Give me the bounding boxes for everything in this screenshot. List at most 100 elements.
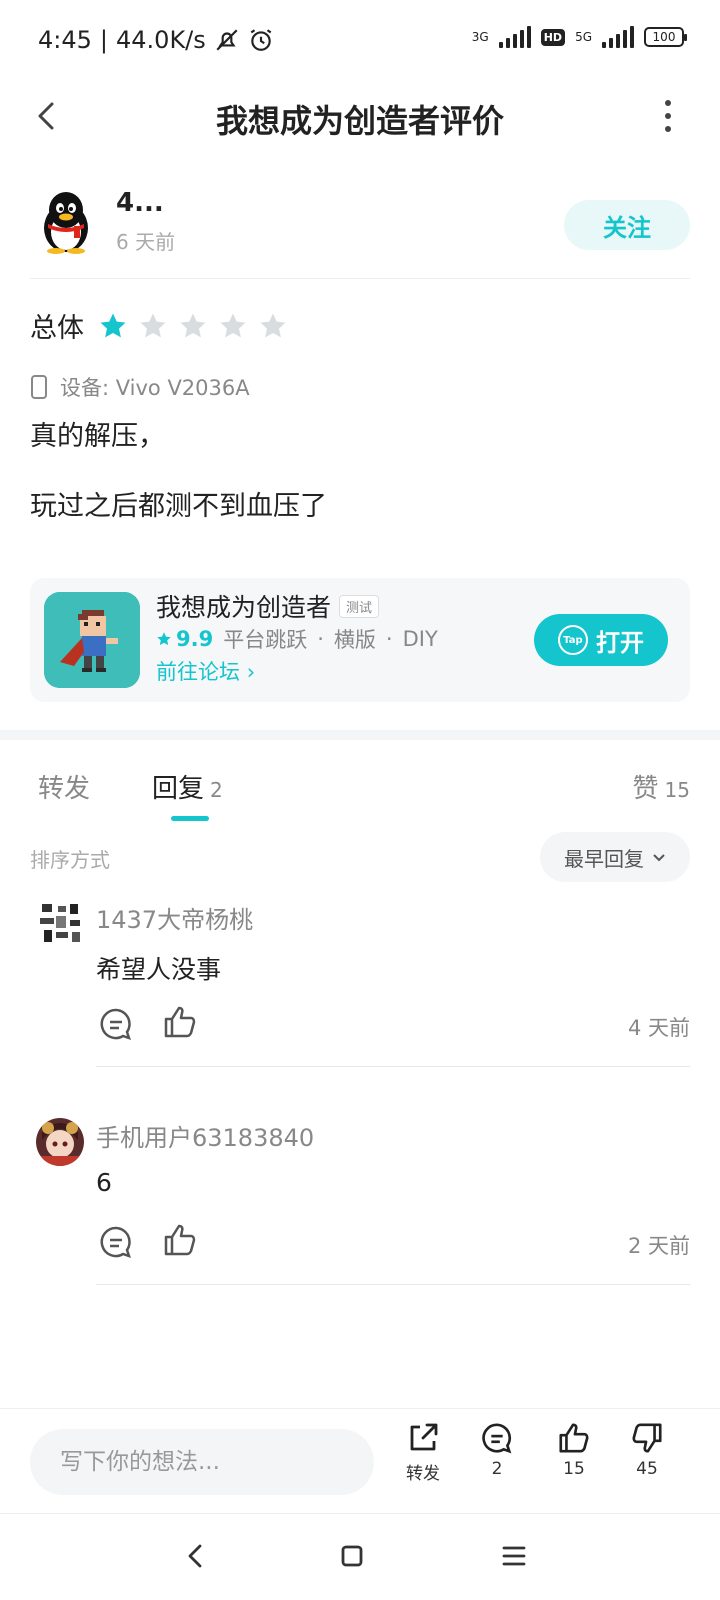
reply-avatar-image bbox=[36, 900, 84, 948]
game-score-value: 9.9 bbox=[176, 627, 214, 651]
comment-button[interactable]: 2 bbox=[462, 1421, 532, 1479]
game-character-image bbox=[44, 592, 140, 688]
section-divider bbox=[0, 730, 720, 740]
review-line-2: 玩过之后都测不到血压了 bbox=[30, 491, 327, 522]
hd-badge: HD bbox=[540, 28, 566, 46]
reply-item: 1437大帝杨桃 希望人没事 4 天前 bbox=[30, 900, 690, 1070]
device-text: 设备: Vivo V2036A bbox=[60, 376, 250, 400]
battery-level: 100 bbox=[652, 30, 676, 44]
author-avatar[interactable] bbox=[38, 188, 94, 254]
reply-text: 希望人没事 bbox=[96, 955, 222, 984]
back-button[interactable] bbox=[28, 96, 68, 136]
status-bar: 4:45 | 44.0K/s 3G HD 5G 100 bbox=[0, 0, 720, 84]
tab-reply-label: 回复 bbox=[152, 774, 205, 804]
nav-home-icon[interactable] bbox=[332, 1536, 372, 1576]
chevron-right-icon: › bbox=[246, 660, 256, 684]
genre-tag: 平台跳跃 bbox=[223, 628, 308, 652]
status-speed: 44.0K/s bbox=[116, 26, 206, 54]
game-meta: 9.9 平台跳跃 · 横版 · DIY bbox=[156, 624, 438, 654]
active-tab-indicator bbox=[171, 816, 209, 821]
author-name[interactable]: 4... bbox=[116, 188, 164, 218]
star-icon bbox=[180, 313, 206, 337]
follow-button[interactable]: 关注 bbox=[564, 200, 690, 250]
nav-back-icon[interactable] bbox=[176, 1536, 216, 1576]
network-3g-label: 3G bbox=[471, 30, 489, 44]
open-label: 打开 bbox=[596, 628, 644, 657]
reply-avatar-image bbox=[36, 1118, 84, 1166]
phone-icon bbox=[31, 375, 47, 399]
thumbs-down-icon bbox=[632, 1423, 662, 1453]
rating-row: 总体 bbox=[30, 306, 288, 345]
tab-like[interactable]: 赞 15 bbox=[633, 768, 690, 805]
forum-link-label: 前往论坛 bbox=[156, 660, 240, 684]
status-time: 4:45 bbox=[38, 26, 92, 54]
tab-repost[interactable]: 转发 bbox=[38, 768, 90, 805]
share-icon bbox=[410, 1423, 438, 1451]
tab-reply[interactable]: 回复 2 bbox=[152, 768, 223, 805]
system-nav-bar bbox=[0, 1514, 720, 1600]
genre-tag: DIY bbox=[402, 627, 438, 651]
chevron-down-icon bbox=[653, 854, 665, 862]
reply-username[interactable]: 手机用户63183840 bbox=[96, 1118, 314, 1153]
game-name-row: 我想成为创造者 测试 bbox=[156, 588, 380, 624]
tab-reply-count: 2 bbox=[210, 778, 223, 802]
penguin-avatar-icon bbox=[44, 192, 88, 254]
thumbs-up-icon[interactable] bbox=[162, 1222, 198, 1258]
dislike-button[interactable]: 45 bbox=[612, 1421, 682, 1479]
star-icon-small bbox=[157, 632, 171, 646]
sort-value: 最早回复 bbox=[564, 846, 644, 871]
game-card[interactable]: 我想成为创造者 测试 9.9 平台跳跃 · 横版 · DIY 前往论坛 › Ta… bbox=[30, 578, 690, 702]
repost-label: 转发 bbox=[406, 1464, 440, 1484]
tap-logo-icon: Tap bbox=[558, 625, 588, 655]
comment-icon[interactable] bbox=[98, 1006, 134, 1042]
dot-separator: · bbox=[317, 627, 324, 651]
tab-like-label: 赞 bbox=[632, 774, 659, 804]
forum-link[interactable]: 前往论坛 › bbox=[156, 656, 255, 686]
signal-icon-2 bbox=[602, 26, 634, 48]
open-game-button[interactable]: Tap 打开 bbox=[534, 614, 668, 666]
sort-dropdown[interactable]: 最早回复 bbox=[540, 832, 690, 882]
reply-username[interactable]: 1437大帝杨桃 bbox=[96, 900, 253, 935]
title-bar: 我想成为创造者评价 bbox=[0, 84, 720, 148]
network-5g-label: 5G bbox=[575, 30, 592, 44]
rating-label: 总体 bbox=[30, 313, 84, 344]
reply-avatar[interactable] bbox=[36, 900, 84, 948]
status-right: 3G HD 5G 100 bbox=[471, 26, 687, 48]
status-separator: | bbox=[99, 26, 108, 54]
reply-divider bbox=[96, 1066, 690, 1067]
repost-button[interactable]: 转发 bbox=[388, 1421, 458, 1484]
alarm-icon bbox=[250, 29, 272, 51]
reply-item: 手机用户63183840 6 2 天前 bbox=[30, 1118, 690, 1288]
device-info: 设备: Vivo V2036A bbox=[30, 372, 250, 402]
signal-icon bbox=[498, 26, 531, 48]
star-icon bbox=[220, 313, 246, 337]
more-menu-button[interactable] bbox=[660, 100, 676, 132]
thumbs-up-icon[interactable] bbox=[162, 1004, 198, 1040]
status-left: 4:45 | 44.0K/s bbox=[38, 26, 274, 54]
thumbs-up-icon bbox=[559, 1423, 589, 1453]
divider bbox=[30, 278, 690, 279]
nav-menu-icon[interactable] bbox=[494, 1536, 534, 1576]
battery-icon: 100 bbox=[644, 27, 687, 47]
bottom-action-bar: 转发 2 15 45 bbox=[0, 1408, 720, 1514]
star-icon bbox=[140, 313, 166, 337]
comment-input[interactable] bbox=[30, 1429, 374, 1495]
like-count: 15 bbox=[563, 1459, 585, 1479]
reply-text: 6 bbox=[96, 1168, 112, 1197]
reply-avatar[interactable] bbox=[36, 1118, 84, 1166]
star-icon-filled bbox=[100, 313, 126, 337]
game-score: 9.9 bbox=[156, 627, 213, 651]
reply-divider bbox=[96, 1284, 690, 1285]
reply-time: 2 天前 bbox=[627, 1234, 690, 1258]
author-time: 6 天前 bbox=[116, 230, 176, 254]
star-icon bbox=[260, 313, 286, 337]
comment-icon[interactable] bbox=[98, 1224, 134, 1260]
chevron-left-icon bbox=[38, 102, 54, 130]
sort-label: 排序方式 bbox=[30, 848, 110, 872]
dot-separator: · bbox=[385, 627, 393, 651]
page-title: 我想成为创造者评价 bbox=[215, 102, 504, 140]
like-button[interactable]: 15 bbox=[539, 1421, 609, 1479]
dislike-count: 45 bbox=[636, 1459, 658, 1479]
author-row: 4... 6 天前 关注 bbox=[30, 180, 690, 270]
review-line-1: 真的解压， bbox=[30, 421, 165, 452]
